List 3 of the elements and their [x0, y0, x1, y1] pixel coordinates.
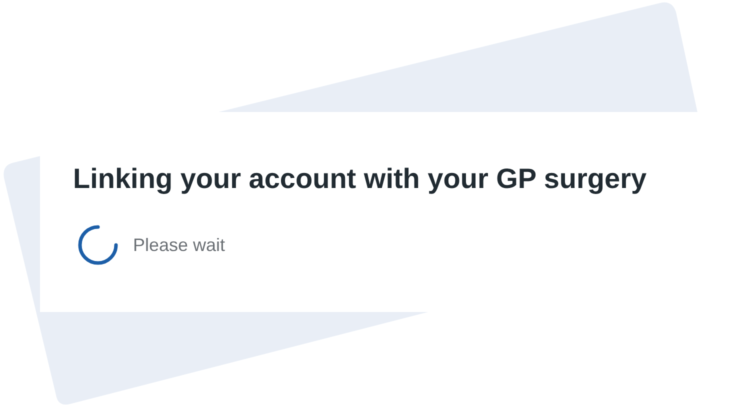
loading-spinner-icon	[77, 224, 119, 266]
status-text: Please wait	[133, 234, 226, 256]
page-title: Linking your account with your GP surgery	[73, 162, 648, 196]
